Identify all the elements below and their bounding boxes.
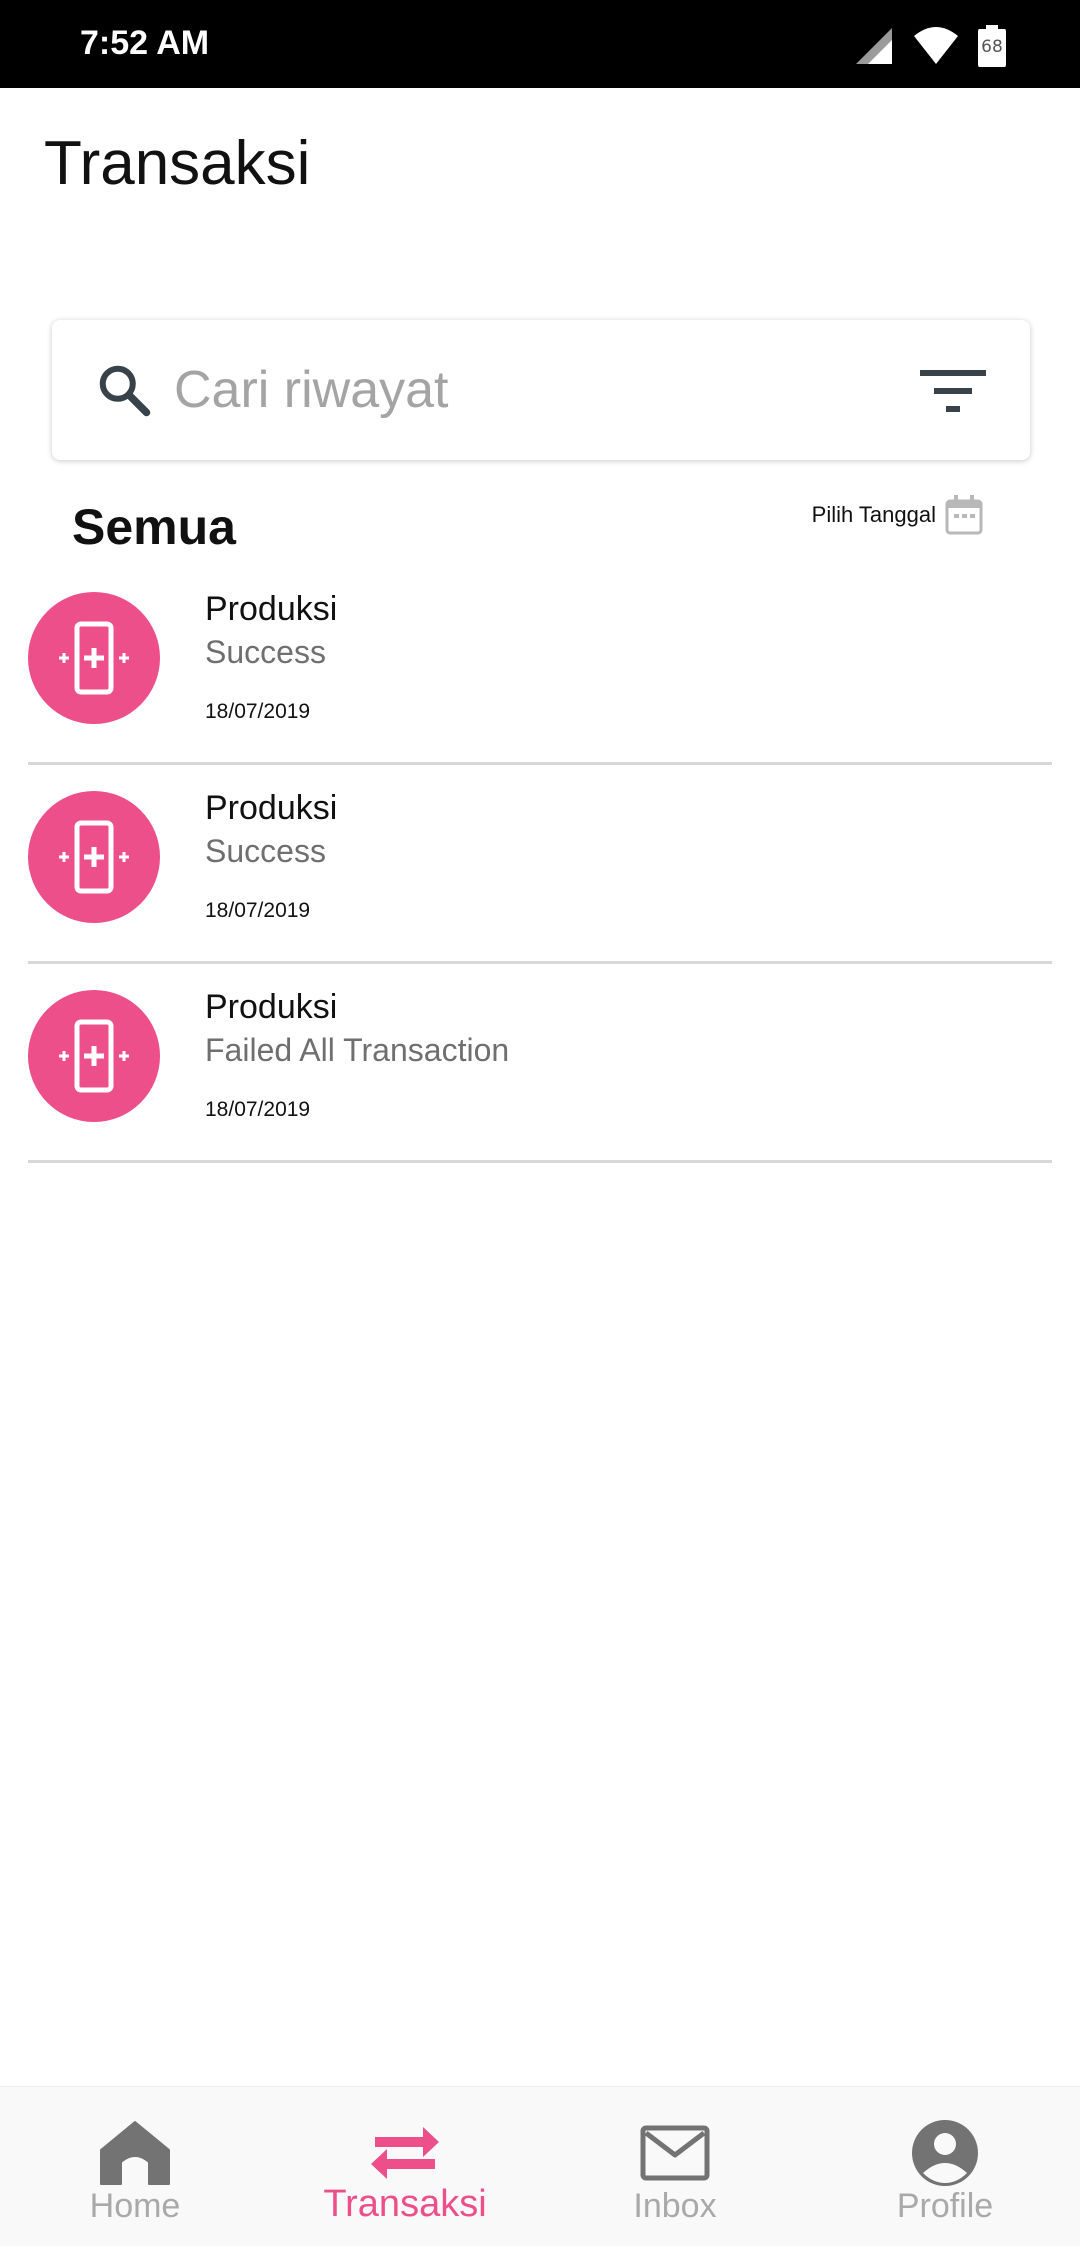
search-icon[interactable] <box>94 360 154 420</box>
nav-item-profile[interactable]: Profile <box>810 2087 1080 2246</box>
wifi-icon: ↑↓ <box>914 27 960 65</box>
swap-arrows-icon <box>365 2117 445 2189</box>
nav-item-home[interactable]: Home <box>0 2087 270 2246</box>
status-bar: 7:52 AM ↑↓ 68 <box>0 0 1080 88</box>
transaction-item[interactable]: Produksi Failed All Transaction 18/07/20… <box>28 964 1052 1163</box>
section-title: Semua <box>72 499 236 555</box>
mail-icon <box>635 2117 715 2189</box>
profile-icon <box>905 2117 985 2189</box>
nav-item-transaksi[interactable]: Transaksi <box>270 2087 540 2246</box>
nav-label-inbox: Inbox <box>633 2187 717 2225</box>
filter-icon[interactable] <box>918 364 988 420</box>
battery-level: 68 <box>981 37 1003 57</box>
svg-text:↑↓: ↑↓ <box>942 52 960 65</box>
calendar-icon <box>945 495 983 535</box>
signal-icon <box>856 28 892 64</box>
bottom-nav: Home Transaksi Inbox Profile <box>0 2086 1080 2246</box>
search-card <box>52 320 1030 460</box>
home-icon <box>95 2117 175 2189</box>
date-picker-label: Pilih Tanggal <box>811 502 936 527</box>
transaction-avatar <box>28 990 160 1122</box>
phone-plus-icon <box>59 1019 129 1093</box>
phone-plus-icon <box>59 820 129 894</box>
status-time: 7:52 AM <box>80 24 210 62</box>
transaction-date: 18/07/2019 <box>205 899 311 922</box>
transaction-avatar <box>28 791 160 923</box>
transaction-date: 18/07/2019 <box>205 700 311 723</box>
transaction-date: 18/07/2019 <box>205 1098 311 1121</box>
transaction-item[interactable]: Produksi Success 18/07/2019 <box>28 765 1052 964</box>
transaction-status: Failed All Transaction <box>205 1032 510 1068</box>
nav-label-transaksi: Transaksi <box>323 2183 487 2225</box>
date-picker-button[interactable]: Pilih Tanggal <box>812 494 984 536</box>
transaction-title: Produksi <box>205 789 338 827</box>
transaction-status: Success <box>205 634 326 670</box>
nav-label-profile: Profile <box>896 2187 994 2225</box>
nav-item-inbox[interactable]: Inbox <box>540 2087 810 2246</box>
page-title: Transaksi <box>44 129 311 198</box>
nav-label-home: Home <box>89 2187 181 2225</box>
transaction-item[interactable]: Produksi Success 18/07/2019 <box>28 566 1052 765</box>
phone-plus-icon <box>59 621 129 695</box>
search-input[interactable] <box>174 350 854 430</box>
transaction-title: Produksi <box>205 988 338 1026</box>
transaction-avatar <box>28 592 160 724</box>
status-icons: ↑↓ 68 <box>854 24 1006 68</box>
battery-icon: 68 <box>978 25 1006 67</box>
transaction-list: Produksi Success 18/07/2019 Produksi Suc… <box>28 566 1052 1163</box>
transaction-status: Success <box>205 833 326 869</box>
transaction-title: Produksi <box>205 590 338 628</box>
